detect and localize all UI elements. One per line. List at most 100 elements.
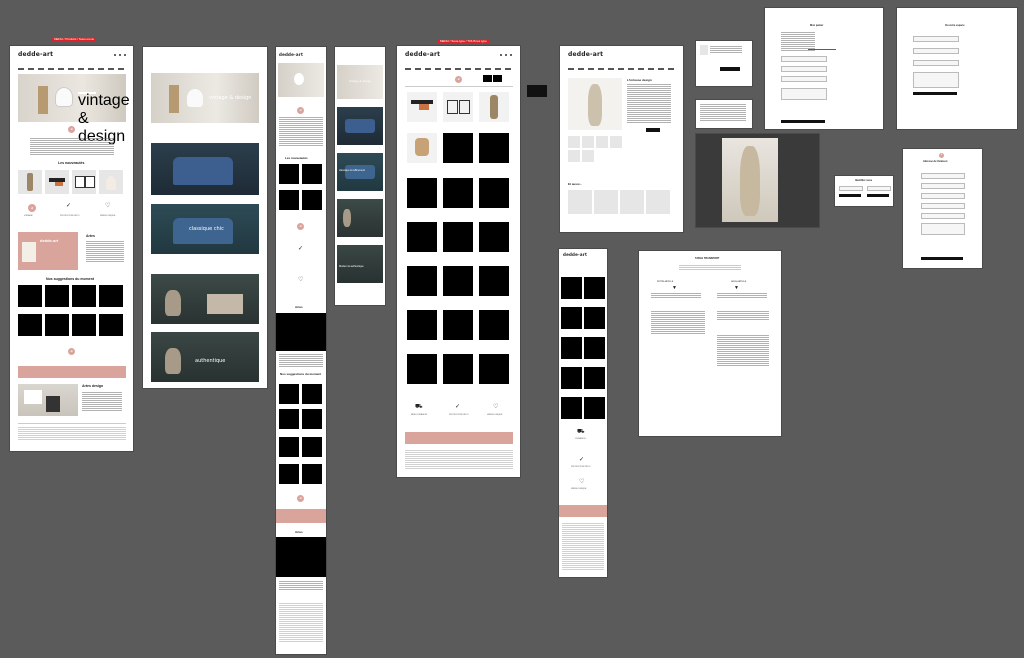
- mobile-sugg-7[interactable]: [279, 464, 299, 484]
- also-item-1[interactable]: [568, 190, 592, 214]
- new-product-3[interactable]: [72, 170, 96, 194]
- slide-classique[interactable]: classique chic: [151, 204, 259, 254]
- mobile-slide-1[interactable]: vintage & design: [337, 65, 383, 99]
- account-icon[interactable]: [119, 54, 121, 56]
- mobile-listing-2[interactable]: [584, 277, 605, 299]
- address-field-3[interactable]: [921, 193, 965, 199]
- mobile-listing-7[interactable]: [561, 367, 582, 389]
- cart-icon[interactable]: [124, 54, 126, 56]
- login-email-field[interactable]: [839, 186, 863, 191]
- slide-vases[interactable]: [151, 274, 259, 324]
- mobile-slide-4[interactable]: [337, 199, 383, 237]
- mobile-listing-3[interactable]: [561, 307, 582, 329]
- mobile-listing-6[interactable]: [584, 337, 605, 359]
- mobile-logo[interactable]: dedde-art: [279, 52, 303, 57]
- cart-field-1[interactable]: [781, 56, 827, 62]
- new-product-2[interactable]: [45, 170, 69, 194]
- new-product-1[interactable]: [18, 170, 42, 194]
- account-field-3[interactable]: [913, 60, 959, 66]
- mobile-listing-newsletter[interactable]: [559, 505, 607, 517]
- listing-item-12[interactable]: [479, 222, 509, 252]
- mobile-sugg-4[interactable]: [302, 409, 322, 429]
- thumb-2[interactable]: [582, 136, 594, 148]
- slide-sofa[interactable]: [151, 143, 259, 195]
- suggestion-8[interactable]: [99, 314, 123, 336]
- listing-item-16[interactable]: [407, 310, 437, 340]
- suggestion-3[interactable]: [72, 285, 96, 307]
- cart-field-3[interactable]: [781, 76, 827, 82]
- mobile-slide-2[interactable]: [337, 107, 383, 145]
- listing-item-9[interactable]: [479, 178, 509, 208]
- listing-item-15[interactable]: [479, 266, 509, 296]
- cart-field-2[interactable]: [781, 66, 827, 72]
- also-item-3[interactable]: [620, 190, 644, 214]
- mobile-listing-10[interactable]: [584, 397, 605, 419]
- thumb-5[interactable]: [568, 150, 580, 162]
- suggestion-4[interactable]: [99, 285, 123, 307]
- main-nav[interactable]: [18, 68, 126, 70]
- listing-item-3[interactable]: [479, 92, 509, 122]
- mobile-listing-5[interactable]: [561, 337, 582, 359]
- listing-cart-icon[interactable]: [510, 54, 512, 56]
- listing-item-14[interactable]: [443, 266, 473, 296]
- mobile-sugg-5[interactable]: [279, 437, 299, 457]
- listing-item-10[interactable]: [407, 222, 437, 252]
- mobile-artist2-image[interactable]: [276, 537, 326, 577]
- mobile-newsletter[interactable]: [276, 509, 326, 523]
- address-field-6[interactable]: [921, 223, 965, 235]
- mobile-artist-image[interactable]: [276, 313, 326, 351]
- mobile-sugg-2[interactable]: [302, 384, 322, 404]
- mobile-new-1[interactable]: [279, 164, 299, 184]
- listing-logo[interactable]: dedde-art: [405, 51, 440, 58]
- listing-item-1[interactable]: [407, 92, 437, 122]
- also-item-2[interactable]: [594, 190, 618, 214]
- mobile-listing-9[interactable]: [561, 397, 582, 419]
- new-product-4[interactable]: [99, 170, 123, 194]
- login-submit-button[interactable]: [867, 194, 889, 197]
- mini-cart-button[interactable]: [720, 67, 740, 71]
- add-to-cart-button[interactable]: [646, 128, 660, 132]
- thumb-3[interactable]: [596, 136, 608, 148]
- mobile-listing-4[interactable]: [584, 307, 605, 329]
- product-nav[interactable]: [568, 68, 676, 70]
- suggestion-1[interactable]: [18, 285, 42, 307]
- listing-item-19[interactable]: [407, 354, 437, 384]
- listing-item-7[interactable]: [407, 178, 437, 208]
- mobile-sugg-6[interactable]: [302, 437, 322, 457]
- cart-field-4[interactable]: [781, 88, 827, 100]
- filter-bar[interactable]: [405, 86, 513, 87]
- account-field-1[interactable]: [913, 36, 959, 42]
- address-field-5[interactable]: [921, 213, 965, 219]
- listing-nav[interactable]: [405, 68, 513, 70]
- newsletter-band[interactable]: [18, 366, 126, 378]
- mobile-sugg-1[interactable]: [279, 384, 299, 404]
- product-logo[interactable]: dedde-art: [568, 51, 603, 58]
- logo[interactable]: dedde-art: [18, 51, 53, 58]
- login-create-button[interactable]: [839, 194, 861, 197]
- listing-newsletter[interactable]: [405, 432, 513, 444]
- mobile-new-4[interactable]: [302, 190, 322, 210]
- footer-links[interactable]: [18, 427, 126, 441]
- listing-item-20[interactable]: [443, 354, 473, 384]
- mobile-footer[interactable]: [279, 603, 323, 643]
- product-main-image[interactable]: [568, 78, 622, 130]
- grid-view-toggle[interactable]: [483, 75, 492, 82]
- thumb-1[interactable]: [568, 136, 580, 148]
- mobile-listing-logo[interactable]: dedde-art: [563, 252, 587, 257]
- listing-item-18[interactable]: [479, 310, 509, 340]
- listing-item-6[interactable]: [479, 133, 509, 163]
- mobile-sugg-8[interactable]: [302, 464, 322, 484]
- account-field-2[interactable]: [913, 48, 959, 54]
- thumb-4[interactable]: [610, 136, 622, 148]
- mobile-listing-8[interactable]: [584, 367, 605, 389]
- suggestion-2[interactable]: [45, 285, 69, 307]
- listing-item-11[interactable]: [443, 222, 473, 252]
- listing-item-8[interactable]: [443, 178, 473, 208]
- listing-account-icon[interactable]: [505, 54, 507, 56]
- mobile-slide-5[interactable]: Modern & authentique: [337, 245, 383, 283]
- mobile-listing-footer[interactable]: [562, 523, 604, 571]
- mobile-listing-1[interactable]: [561, 277, 582, 299]
- listing-item-21[interactable]: [479, 354, 509, 384]
- listing-item-13[interactable]: [407, 266, 437, 296]
- listing-item-5[interactable]: [443, 133, 473, 163]
